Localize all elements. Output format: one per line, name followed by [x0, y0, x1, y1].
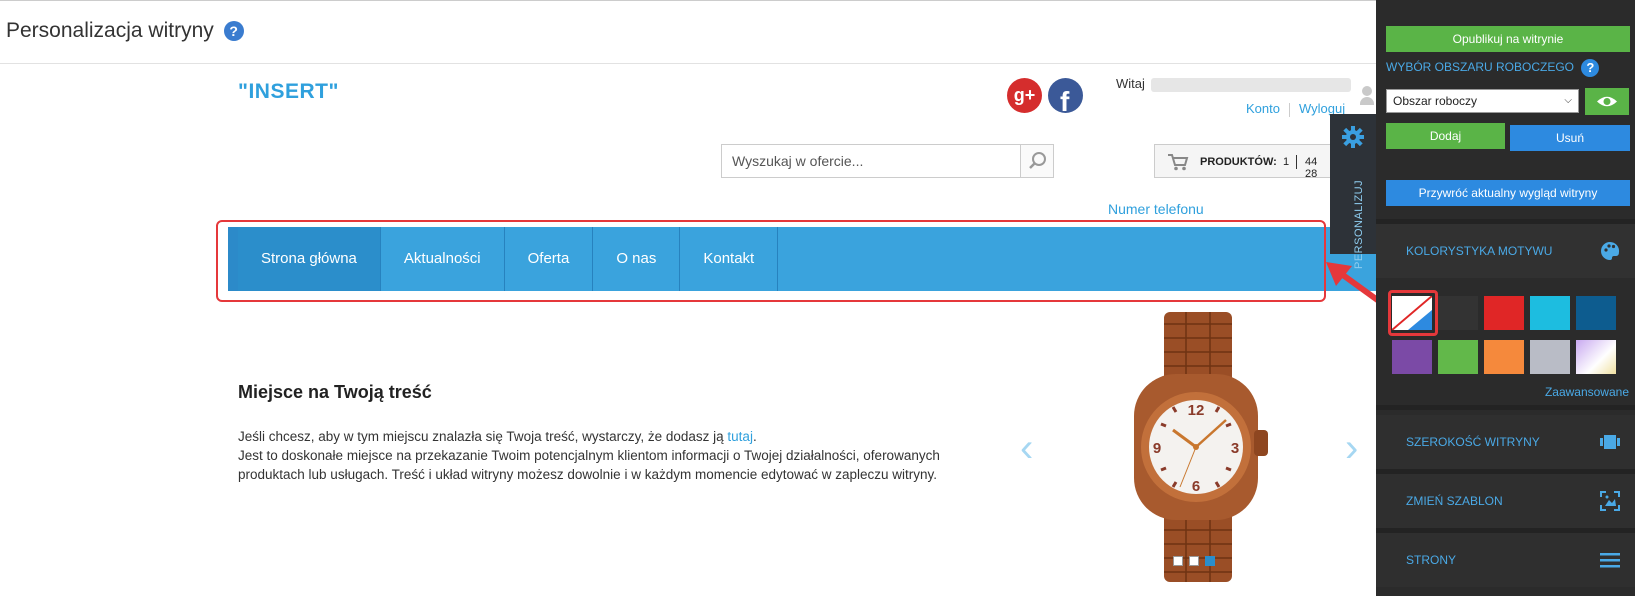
blurred-email: [1150, 77, 1351, 92]
svg-text:9: 9: [1153, 440, 1161, 457]
slider-next-arrow[interactable]: ›: [1345, 428, 1358, 468]
help-icon[interactable]: ?: [223, 21, 244, 42]
content-line-2: Jest to doskonałe miejsce na przekazanie…: [238, 448, 940, 482]
preview-eye-button[interactable]: [1585, 88, 1629, 115]
facebook-icon[interactable]: f: [1048, 78, 1083, 113]
swatch-gradient[interactable]: [1576, 340, 1616, 374]
site-width-section[interactable]: SZEROKOŚĆ WITRYNY: [1376, 415, 1635, 469]
swatch-purple[interactable]: [1392, 340, 1432, 374]
search-button[interactable]: [1020, 145, 1053, 177]
svg-text:3: 3: [1231, 440, 1239, 457]
cart-icon: [1168, 154, 1189, 171]
delete-button[interactable]: Usuń: [1510, 125, 1630, 151]
cart-label: PRODUKTÓW:: [1200, 156, 1277, 168]
slider-dots: [1173, 556, 1215, 566]
swatch-red[interactable]: [1484, 296, 1524, 330]
settings-panel: Opublikuj na witrynie WYBÓR OBSZARU ROBO…: [1376, 0, 1635, 596]
change-template-label: ZMIEŃ SZABLON: [1406, 494, 1503, 508]
slider-prev-arrow[interactable]: ‹: [1020, 428, 1033, 468]
personalize-tab[interactable]: PERSONALIZUJ: [1330, 114, 1376, 269]
gear-icon: [1342, 126, 1364, 148]
add-button[interactable]: Dodaj: [1386, 123, 1505, 149]
theme-colors-label: KOLORYSTYKA MOTYWU: [1406, 244, 1553, 258]
cart-summary[interactable]: PRODUKTÓW: 1 44 28: [1154, 144, 1332, 178]
watch-image: 12 3 6 9: [1134, 312, 1268, 582]
workspace-select[interactable]: Obszar roboczy ⌵: [1386, 89, 1579, 113]
user-icon[interactable]: [1360, 86, 1374, 105]
site-logo[interactable]: "INSERT": [238, 80, 339, 104]
page-title: Personalizacja witryny ?: [6, 19, 244, 43]
menu-icon: [1600, 553, 1620, 568]
nav-highlight-frame: [216, 220, 1326, 302]
search-icon: [1029, 152, 1046, 169]
google-plus-icon[interactable]: g+: [1007, 78, 1042, 113]
cart-price: 44 28: [1305, 156, 1318, 178]
welcome-label: Witaj: [1116, 76, 1145, 91]
panel-divider: [1376, 405, 1635, 410]
workspace-label: WYBÓR OBSZARU ROBOCZEGO ?: [1386, 59, 1600, 77]
theme-colors-section[interactable]: KOLORYSTYKA MOTYWU: [1376, 224, 1635, 278]
content-link[interactable]: tutaj: [727, 429, 753, 444]
slider-dot[interactable]: [1173, 556, 1183, 566]
publish-button[interactable]: Opublikuj na witrynie: [1386, 26, 1630, 52]
swatch-navy[interactable]: [1576, 296, 1616, 330]
workspace-label-text: WYBÓR OBSZARU ROBOCZEGO: [1386, 60, 1575, 75]
advanced-link[interactable]: Zaawansowane: [1545, 385, 1629, 399]
content-heading: Miejsce na Twoją treść: [238, 382, 432, 402]
template-icon: [1600, 491, 1620, 511]
svg-text:6: 6: [1192, 478, 1200, 495]
eye-icon: [1597, 96, 1617, 107]
slider-dot[interactable]: [1189, 556, 1199, 566]
page: Personalizacja witryny ? "INSERT" g+ f W…: [0, 0, 1635, 596]
page-title-text: Personalizacja witryny: [6, 19, 214, 42]
pages-section[interactable]: STRONY: [1376, 533, 1635, 587]
palette-icon: [1601, 241, 1620, 260]
facebook-glyph: f: [1060, 86, 1070, 113]
workspace-select-value: Obszar roboczy: [1393, 94, 1478, 108]
top-bar: Personalizacja witryny ?: [0, 0, 1376, 64]
slider-dot-active[interactable]: [1205, 556, 1215, 566]
chevron-down-icon: ⌵: [1564, 95, 1572, 106]
search-box: [721, 144, 1054, 178]
search-input[interactable]: [722, 145, 1012, 177]
content-line-1-end: .: [752, 429, 757, 444]
swatch-cyan[interactable]: [1530, 296, 1570, 330]
site-width-label: SZEROKOŚĆ WITRYNY: [1406, 435, 1540, 449]
content-line-1: Jeśli chcesz, aby w tym miejscu znalazła…: [238, 429, 728, 444]
phone-link[interactable]: Numer telefonu: [1108, 201, 1204, 217]
swatch-gray[interactable]: [1530, 340, 1570, 374]
swatch-dark[interactable]: [1438, 296, 1478, 330]
account-link[interactable]: Konto: [1246, 101, 1280, 116]
swatch-orange[interactable]: [1484, 340, 1524, 374]
restore-button[interactable]: Przywróć aktualny wygląd witryny: [1386, 180, 1630, 206]
welcome-text: Witaj: [1116, 76, 1351, 92]
pages-label: STRONY: [1406, 553, 1457, 567]
swatch-green[interactable]: [1438, 340, 1478, 374]
help-icon[interactable]: ?: [1581, 59, 1600, 77]
selected-swatch-frame: [1388, 290, 1438, 336]
change-template-section[interactable]: ZMIEŃ SZABLON: [1376, 474, 1635, 528]
svg-text:12: 12: [1188, 402, 1205, 419]
content-text: Jeśli chcesz, aby w tym miejscu znalazła…: [238, 427, 968, 484]
width-icon: [1600, 435, 1620, 449]
cart-count: 1: [1283, 156, 1290, 168]
cart-separator: [1296, 155, 1297, 169]
link-separator: [1288, 102, 1290, 117]
